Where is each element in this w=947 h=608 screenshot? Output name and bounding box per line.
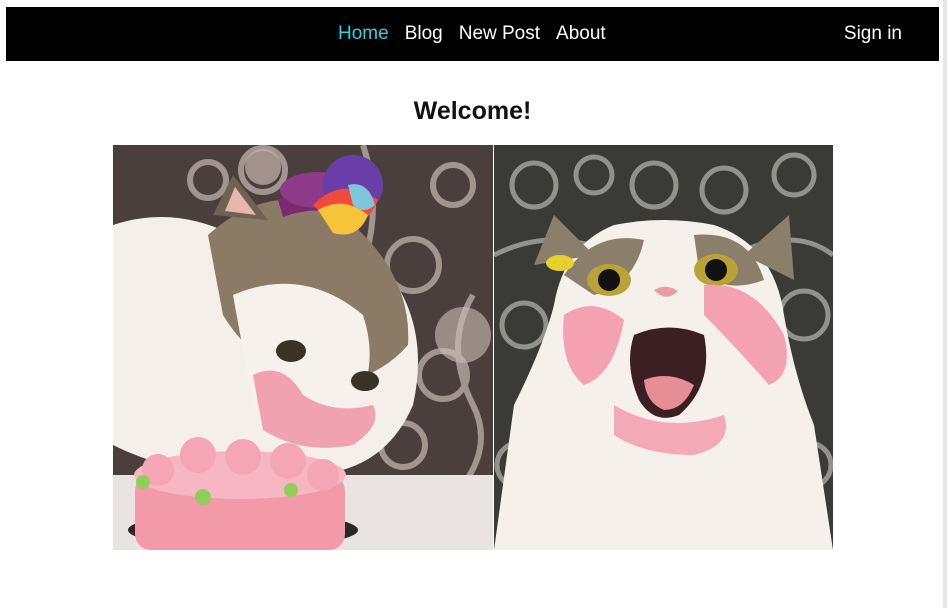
cat-eating-cake-image <box>113 145 493 550</box>
sign-in-link[interactable]: Sign in <box>844 7 902 61</box>
nav-links: Home Blog New Post About <box>338 7 622 61</box>
page-title: Welcome! <box>413 97 532 125</box>
nav-link-about[interactable]: About <box>556 23 606 45</box>
top-navbar: Home Blog New Post About Sign in <box>6 7 939 61</box>
nav-link-new-post[interactable]: New Post <box>459 23 540 45</box>
nav-link-blog[interactable]: Blog <box>405 23 443 45</box>
nav-link-home[interactable]: Home <box>338 23 389 45</box>
cat-open-mouth-image <box>494 145 833 550</box>
page-scroll-edge <box>943 0 947 608</box>
